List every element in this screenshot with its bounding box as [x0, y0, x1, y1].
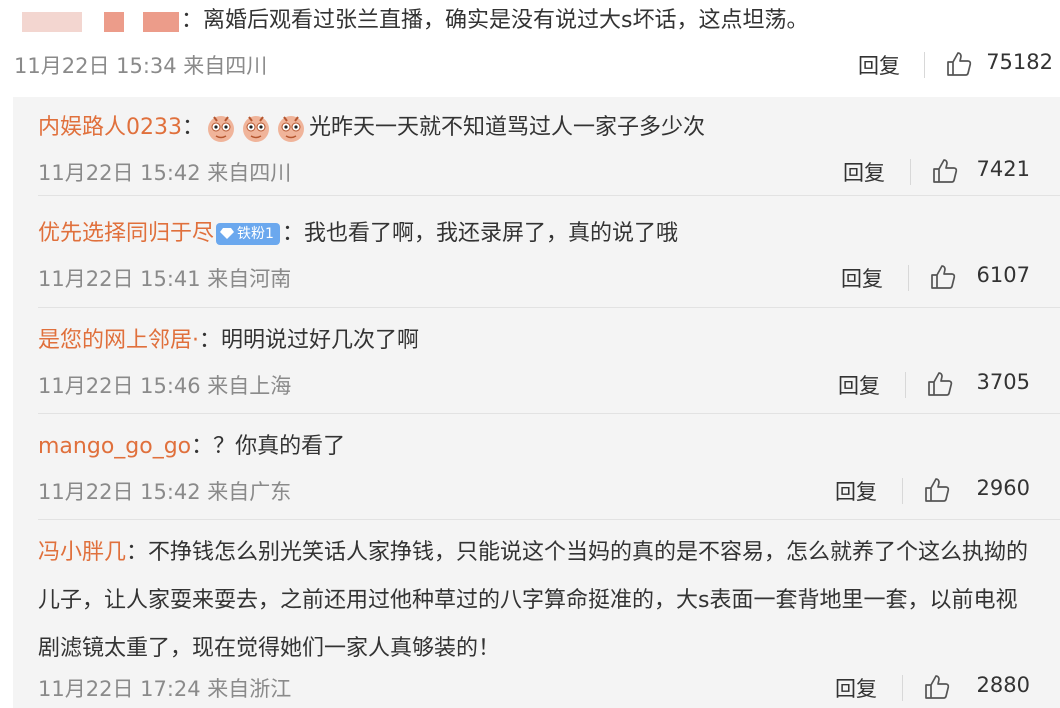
reply-line: 优先选择同归于尽 铁粉1 ：我也看了啊，我还录屏了，真的说了哦: [38, 217, 678, 251]
main-comment-text: ：离婚后观看过张兰直播，确实是没有说过大s坏话，这点坦荡。: [181, 8, 809, 33]
reply-line: 是您的网上邻居·：明明说过好几次了啊: [38, 324, 419, 358]
redacted-username: [104, 12, 124, 32]
reply-item: mango_go_go：？你真的看了 11月22日 15:42 来自广东 回复 …: [13, 414, 1060, 519]
reply-text: 明明说过好几次了啊: [221, 328, 420, 353]
colon: ：: [191, 434, 214, 459]
comment-meta: 11月22日 15:34 来自四川: [14, 54, 268, 78]
like-count: 2960: [976, 476, 1030, 500]
divider: [910, 159, 911, 185]
reply-item: 是您的网上邻居·：明明说过好几次了啊 11月22日 15:46 来自上海 回复 …: [13, 308, 1060, 413]
comment-meta: 11月22日 17:24 来自浙江: [38, 677, 292, 701]
reply-button[interactable]: 回复: [838, 370, 880, 400]
like-count: 7421: [976, 157, 1030, 181]
emoji-icon: [243, 116, 270, 142]
main-comment: ：离婚后观看过张兰直播，确实是没有说过大s坏话，这点坦荡。 11月22日 15:…: [0, 0, 1060, 95]
badge-label: 铁粉1: [237, 226, 274, 242]
reply-line: 冯小胖几：不挣钱怎么别光笑话人家挣钱，只能说这个当妈的真的是不容易，怎么就养了个…: [38, 529, 1038, 673]
reply-button[interactable]: 回复: [843, 157, 885, 187]
reply-item: 冯小胖几：不挣钱怎么别光笑话人家挣钱，只能说这个当妈的真的是不容易，怎么就养了个…: [13, 520, 1060, 708]
reply-username[interactable]: 优先选择同归于尽: [38, 221, 214, 246]
fan-badge[interactable]: 铁粉1: [216, 223, 280, 245]
reply-text: 我也看了啊，我还录屏了，真的说了哦: [303, 221, 678, 246]
reply-button[interactable]: 回复: [835, 673, 877, 703]
reply-button[interactable]: 回复: [835, 476, 877, 506]
thumbs-up-icon[interactable]: [923, 476, 951, 504]
colon: ：: [126, 540, 149, 565]
like-count: 3705: [976, 370, 1030, 394]
reply-text: 光昨天一天就不知道骂过人一家子多少次: [309, 115, 706, 140]
reply-item: 内娱路人0233： 光昨天一天就不知道骂过人一家子多少次 11月22日 15:42…: [13, 97, 1060, 195]
reply-line: 内娱路人0233： 光昨天一天就不知道骂过人一家子多少次: [38, 111, 705, 145]
thumbs-up-icon[interactable]: [923, 673, 951, 701]
reply-username[interactable]: 内娱路人0233: [38, 115, 182, 140]
divider: [924, 52, 925, 78]
divider: [902, 675, 903, 701]
comment-meta: 11月22日 15:42 来自广东: [38, 480, 292, 504]
thumbs-up-icon[interactable]: [945, 50, 973, 78]
colon: ：: [182, 115, 205, 140]
comment-meta: 11月22日 15:46 来自上海: [38, 374, 292, 398]
divider: [905, 372, 906, 398]
like-count: 75182: [986, 50, 1053, 74]
reply-username[interactable]: 是您的网上邻居·: [38, 328, 199, 353]
replies-panel: 内娱路人0233： 光昨天一天就不知道骂过人一家子多少次 11月22日 15:42…: [13, 97, 1060, 708]
like-count: 2880: [976, 673, 1030, 697]
emoji-icon: [278, 116, 305, 142]
divider: [902, 478, 903, 504]
colon: ：: [281, 221, 304, 246]
reply-button[interactable]: 回复: [858, 50, 900, 80]
redacted-username: [143, 12, 179, 32]
redacted-username: [22, 12, 82, 32]
comment-meta: 11月22日 15:42 来自四川: [38, 161, 292, 185]
diamond-icon: [220, 228, 235, 239]
reply-button[interactable]: 回复: [841, 263, 883, 293]
comment-meta: 11月22日 15:41 来自河南: [38, 267, 292, 291]
reply-username[interactable]: mango_go_go: [38, 434, 191, 459]
reply-username[interactable]: 冯小胖几: [38, 540, 126, 565]
colon: ：: [199, 328, 222, 353]
reply-line: mango_go_go：？你真的看了: [38, 430, 345, 464]
reply-text: 不挣钱怎么别光笑话人家挣钱，只能说这个当妈的真的是不容易，怎么就养了个这么执拗的…: [38, 540, 1029, 661]
reply-text: ？你真的看了: [213, 434, 346, 459]
reply-item: 优先选择同归于尽 铁粉1 ：我也看了啊，我还录屏了，真的说了哦 11月22日 15:…: [13, 196, 1060, 302]
like-count: 6107: [976, 263, 1030, 287]
emoji-icon: [208, 116, 235, 142]
divider: [908, 265, 909, 291]
